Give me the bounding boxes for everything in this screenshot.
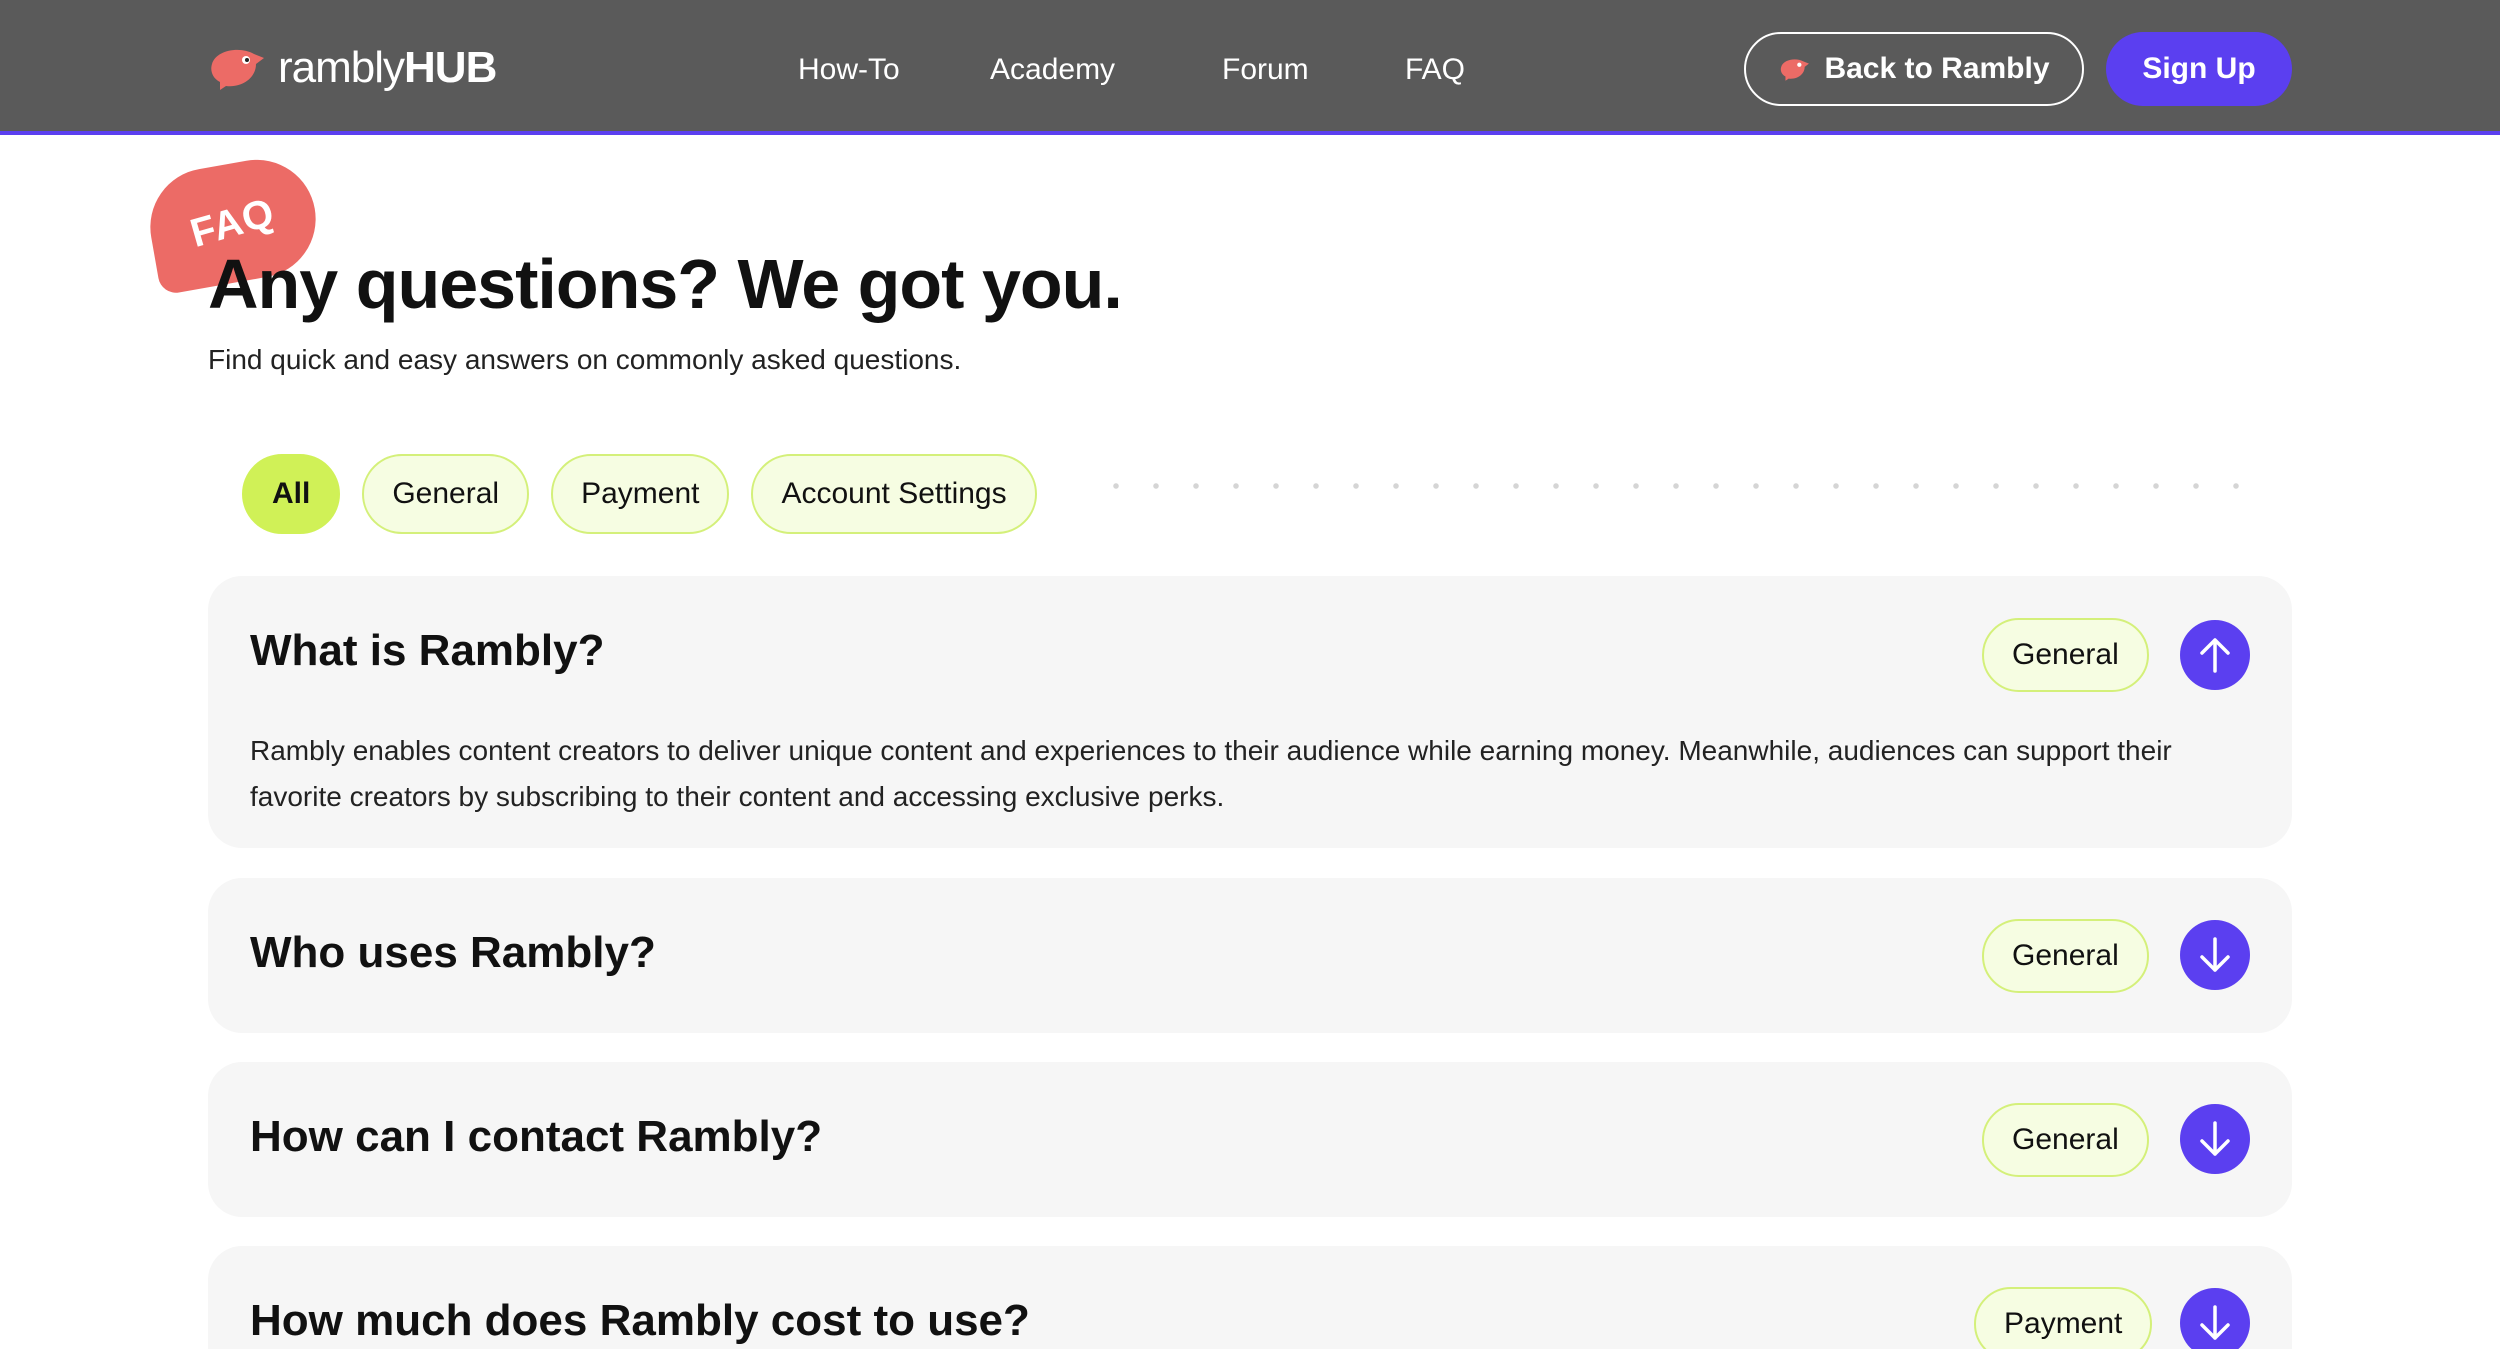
nav-link-faq[interactable]: FAQ [1405, 46, 1465, 94]
arrow-down-icon [2200, 1305, 2230, 1340]
faq-item-expanded[interactable]: What is Rambly? General Rambly enables c… [208, 576, 2292, 848]
back-to-rambly-button[interactable]: Back to Rambly [1744, 32, 2084, 106]
arrow-up-icon [2200, 638, 2230, 673]
expand-button[interactable] [2180, 920, 2250, 990]
faq-question[interactable]: How can I contact Rambly? [250, 1112, 822, 1162]
collapse-button[interactable] [2180, 620, 2250, 690]
filter-chip-general[interactable]: General [362, 454, 530, 534]
category-filter-bar: All General Payment Account Settings [242, 454, 1037, 534]
expand-button[interactable] [2180, 1288, 2250, 1349]
faq-question[interactable]: What is Rambly? [250, 626, 605, 676]
back-to-rambly-label: Back to Rambly [1824, 52, 2050, 85]
filter-chip-account-settings[interactable]: Account Settings [751, 454, 1037, 534]
nav-link-how-to[interactable]: How-To [798, 46, 900, 94]
faq-category-tag: General [1982, 618, 2149, 692]
faq-question[interactable]: How much does Rambly cost to use? [250, 1296, 1030, 1346]
top-navigation-bar: ramblyHUB How-To Academy Forum FAQ Back … [0, 0, 2500, 135]
faq-item[interactable]: Who uses Rambly? General [208, 878, 2292, 1033]
faq-category-tag: General [1982, 1103, 2149, 1177]
nav-link-academy[interactable]: Academy [990, 46, 1115, 94]
arrow-down-icon [2200, 1121, 2230, 1156]
page-title: Any questions? We got you. [208, 245, 1123, 323]
arrow-down-icon [2200, 937, 2230, 972]
expand-button[interactable] [2180, 1104, 2250, 1174]
faq-item[interactable]: How can I contact Rambly? General [208, 1062, 2292, 1217]
faq-answer: Rambly enables content creators to deliv… [250, 735, 2172, 812]
decorative-dot-grid [1096, 466, 2264, 514]
faq-category-tag: General [1982, 919, 2149, 993]
sign-up-button[interactable]: Sign Up [2106, 32, 2292, 106]
nav-link-forum[interactable]: Forum [1222, 46, 1309, 94]
filter-chip-all[interactable]: All [242, 454, 341, 534]
faq-category-tag: Payment [1974, 1287, 2153, 1349]
faq-question[interactable]: Who uses Rambly? [250, 928, 656, 978]
rambly-bird-icon [1781, 59, 1810, 81]
filter-chip-payment[interactable]: Payment [551, 454, 730, 534]
faq-item[interactable]: How much does Rambly cost to use? Paymen… [208, 1246, 2292, 1349]
page-subtitle: Find quick and easy answers on commonly … [208, 344, 962, 375]
